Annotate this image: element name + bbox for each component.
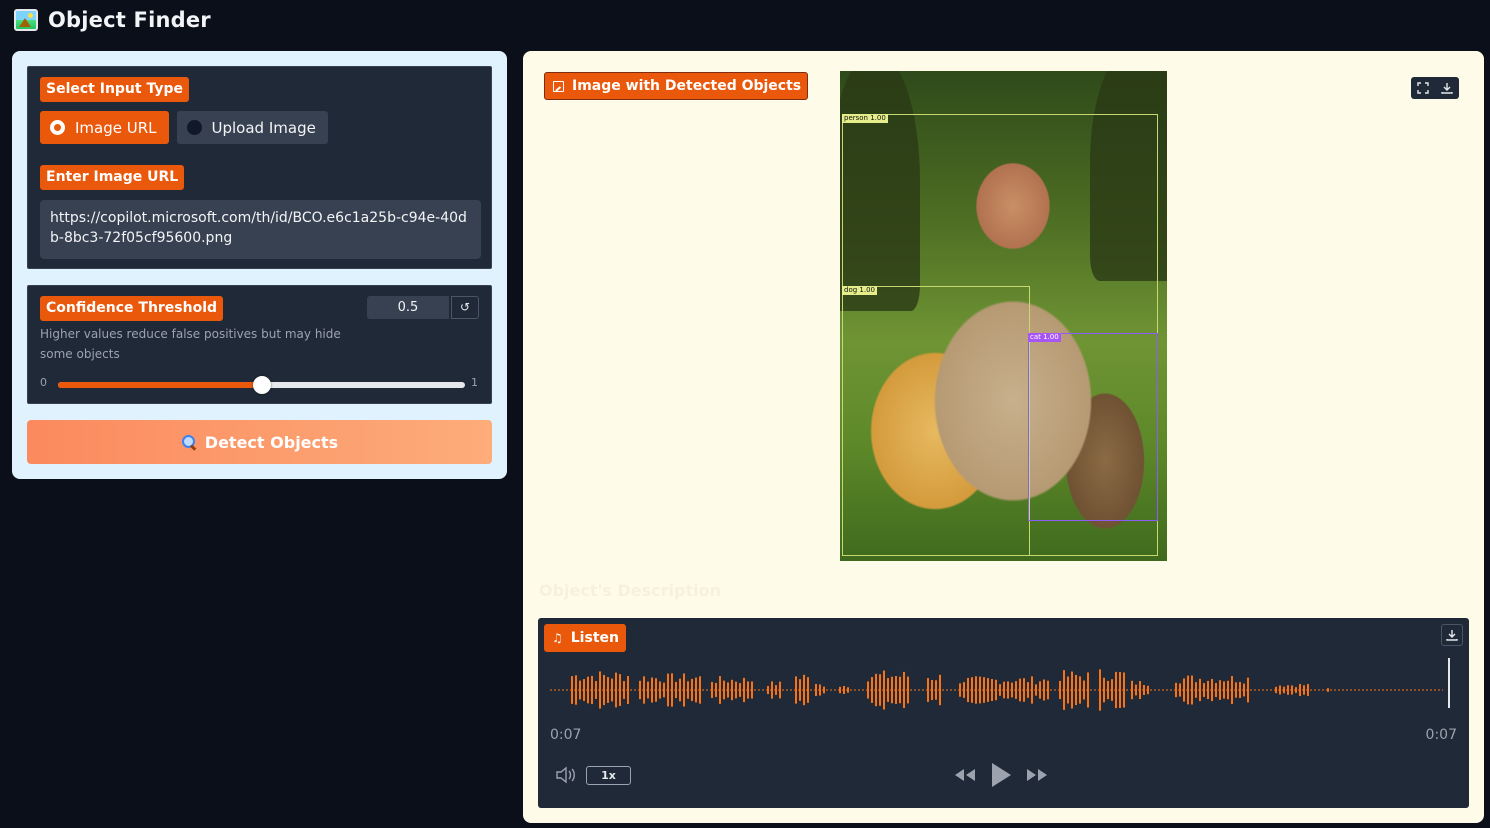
detect-objects-button[interactable]: Detect Objects — [27, 420, 492, 464]
download-audio-button[interactable] — [1441, 624, 1463, 646]
image-output-label-text: Image with Detected Objects — [572, 78, 802, 94]
app-header: Object Finder — [14, 6, 211, 34]
download-image-button[interactable] — [1435, 77, 1459, 99]
radio-upload-image[interactable]: Upload Image — [176, 111, 328, 144]
fullscreen-icon — [1417, 82, 1429, 94]
app-title: Object Finder — [48, 8, 211, 32]
threshold-slider[interactable] — [58, 376, 465, 394]
play-icon[interactable] — [989, 761, 1013, 789]
confidence-threshold-block: Confidence Threshold 0.5 ↺ Higher values… — [27, 285, 492, 404]
download-icon — [1441, 83, 1453, 94]
bbox-cat-label: cat 1.00 — [1028, 333, 1061, 342]
reset-button[interactable]: ↺ — [451, 296, 479, 319]
slider-max-label: 1 — [471, 376, 478, 389]
rewind-icon[interactable] — [953, 767, 977, 783]
input-type-block: Select Input Type Image URL Upload Image… — [27, 66, 492, 269]
magnifying-glass-icon — [181, 434, 197, 450]
slider-min-label: 0 — [40, 376, 47, 389]
bbox-dog-label: dog 1.00 — [842, 286, 877, 295]
url-label: Enter Image URL — [40, 165, 185, 190]
audio-waveform[interactable] — [550, 658, 1455, 723]
audio-label-text: Listen — [570, 630, 619, 646]
image-toolbar — [1411, 77, 1459, 99]
current-time: 0:07 — [550, 727, 582, 743]
input-type-radio-group: Image URL Upload Image — [40, 111, 328, 144]
input-type-label: Select Input Type — [40, 77, 189, 102]
bbox-dog: dog 1.00 — [842, 286, 1030, 556]
slider-fill — [58, 382, 262, 388]
slider-thumb[interactable] — [252, 376, 271, 394]
radio-upload-image-label: Upload Image — [211, 118, 316, 137]
description-heading: Object's Description — [539, 581, 721, 600]
audio-player: ♫ Listen 0:07 0:07 1x — [538, 618, 1469, 808]
radio-image-url[interactable]: Image URL — [40, 111, 169, 144]
radio-selected-icon — [50, 120, 65, 135]
download-icon — [1446, 630, 1458, 641]
bbox-cat: cat 1.00 — [1028, 333, 1158, 521]
audio-label: ♫ Listen — [544, 624, 626, 652]
threshold-info: Higher values reduce false positives but… — [40, 327, 341, 361]
threshold-number-input[interactable]: 0.5 — [367, 296, 449, 319]
output-panel: Image with Detected Objects person 1.00 … — [523, 51, 1484, 823]
playback-speed-button[interactable]: 1x — [586, 766, 631, 785]
music-note-icon: ♫ — [552, 631, 563, 645]
fullscreen-button[interactable] — [1411, 77, 1435, 99]
threshold-label: Confidence Threshold — [40, 296, 224, 321]
playback-buttons — [953, 761, 1049, 789]
image-output-label: Image with Detected Objects — [544, 72, 809, 100]
fast-forward-icon[interactable] — [1025, 767, 1049, 783]
radio-image-url-label: Image URL — [75, 118, 157, 137]
duration: 0:07 — [1425, 727, 1457, 743]
bbox-person-label: person 1.00 — [842, 114, 888, 123]
detect-objects-label: Detect Objects — [204, 432, 339, 452]
detection-image: person 1.00 dog 1.00 cat 1.00 — [840, 71, 1167, 561]
radio-unselected-icon — [186, 120, 202, 135]
image-icon — [553, 80, 564, 92]
audio-controls: 1x — [538, 758, 1469, 794]
input-panel: Select Input Type Image URL Upload Image… — [12, 51, 507, 479]
volume-icon[interactable] — [555, 766, 577, 784]
framed-picture-icon — [14, 9, 38, 31]
undo-icon: ↺ — [459, 300, 471, 314]
image-url-input[interactable]: https://copilot.microsoft.com/th/id/BCO.… — [40, 200, 481, 259]
